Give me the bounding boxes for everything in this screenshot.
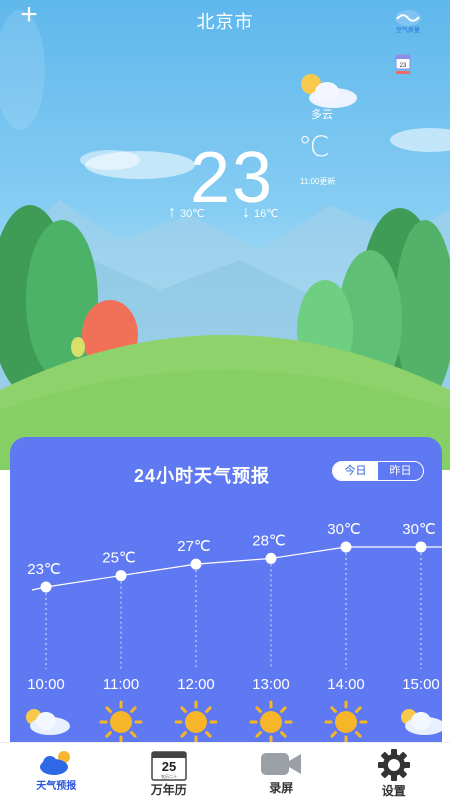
- tab-record[interactable]: 录屏: [225, 743, 338, 800]
- low-temperature: ↓ 16℃: [242, 204, 279, 222]
- city-name[interactable]: 北京市: [0, 8, 450, 34]
- arrow-up-icon: ↑: [168, 204, 176, 221]
- temperature-label: 30℃: [327, 521, 361, 538]
- landscape-illustration: [0, 10, 450, 470]
- toggle-today[interactable]: 今日: [333, 462, 378, 480]
- weather-scene: + 北京市 空气质量 23 多云 23 ℃ 11:00更新 ↑ 30℃ ↓ 16…: [0, 0, 450, 470]
- hour-label: 15:00: [402, 676, 440, 693]
- toggle-yesterday[interactable]: 昨日: [378, 462, 423, 480]
- temperature-point: [115, 570, 127, 582]
- calendar-shortcut-icon[interactable]: 23: [395, 52, 411, 74]
- temperature-label: 25℃: [102, 550, 136, 567]
- video-camera-icon: [261, 753, 302, 775]
- hourly-forecast-card: 23℃ 10:00 25℃ 11:00 27℃ 12:00 28℃ 13:00 30℃ 14:00…: [10, 437, 442, 747]
- temperature-point: [265, 552, 277, 564]
- hour-label: 12:00: [177, 676, 215, 693]
- weather-icon: [40, 751, 71, 775]
- day-toggle[interactable]: 今日 昨日: [332, 461, 424, 481]
- temperature-line: [31, 546, 442, 591]
- low-temperature-value: 16℃: [254, 207, 279, 220]
- hour-label: 14:00: [327, 676, 365, 693]
- tab-settings[interactable]: 设置: [338, 743, 450, 800]
- tab-settings-label: 设置: [381, 784, 406, 798]
- tab-weather-label: 天气预报: [36, 781, 77, 792]
- hour-label: 10:00: [27, 676, 65, 693]
- temperature-unit: ℃: [298, 131, 330, 162]
- gear-icon: [377, 749, 410, 781]
- air-quality-label: 空气质量: [395, 28, 420, 34]
- temperature-point: [340, 541, 352, 553]
- tab-weather[interactable]: 天气预报: [0, 743, 113, 800]
- cloudy-icon: [401, 709, 442, 735]
- calendar-icon: 25 农历二十: [151, 751, 187, 781]
- sunny-icon: [249, 700, 293, 744]
- sunny-icon: [324, 700, 368, 744]
- temperature-label: 27℃: [177, 538, 211, 555]
- update-time: 11:00更新: [300, 177, 336, 186]
- temperature-point: [415, 541, 427, 553]
- sunny-icon: [174, 700, 218, 744]
- temperature-label: 30℃: [402, 521, 436, 538]
- sunny-icon: [99, 700, 143, 744]
- condition-text: 多云: [311, 109, 333, 121]
- high-temperature: ↑ 30℃: [168, 204, 205, 222]
- temperature-label: 28℃: [252, 532, 286, 549]
- hour-label: 13:00: [252, 676, 290, 693]
- tab-record-label: 录屏: [269, 781, 294, 795]
- temperature-point: [190, 558, 202, 570]
- calendar-sub-text: 农历二十: [161, 773, 177, 779]
- svg-text:23: 23: [400, 63, 407, 69]
- calendar-day-number: 25: [162, 759, 176, 774]
- tab-calendar-label: 万年历: [150, 783, 187, 797]
- bottom-tab-bar: 天气预报 25 农历二十 万年历 录屏 设置: [0, 742, 450, 800]
- cloudy-icon: [26, 709, 70, 735]
- temperature-label: 23℃: [27, 561, 61, 578]
- high-temperature-value: 30℃: [180, 207, 205, 220]
- temperature-point: [40, 581, 52, 593]
- forecast-title: 24小时天气预报: [134, 466, 271, 486]
- arrow-down-icon: ↓: [242, 204, 250, 221]
- tab-calendar[interactable]: 25 农历二十 万年历: [113, 743, 226, 800]
- hour-label: 11:00: [103, 676, 139, 693]
